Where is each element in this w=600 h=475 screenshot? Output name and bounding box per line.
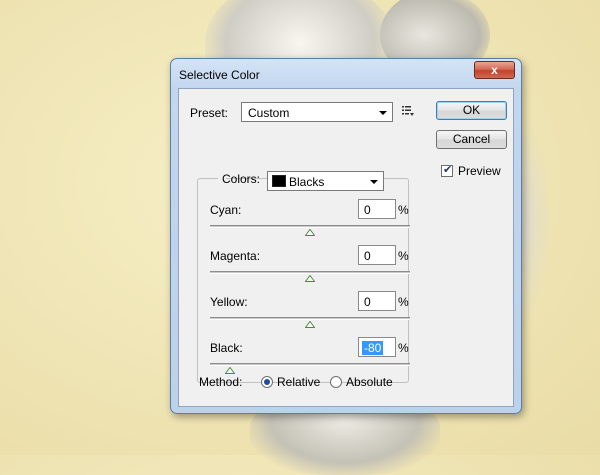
- slider-label: Yellow:: [210, 295, 248, 309]
- slider-value-text: 0: [364, 249, 371, 263]
- slider-thumb-icon[interactable]: [305, 275, 315, 282]
- percent-unit-label: %: [398, 203, 409, 217]
- chevron-down-icon: [370, 180, 378, 184]
- color-swatch: [272, 175, 286, 187]
- radio-absolute[interactable]: [330, 376, 342, 388]
- colors-label: Colors:: [222, 172, 261, 186]
- slider-label: Cyan:: [210, 203, 242, 217]
- slider-track[interactable]: [210, 225, 410, 228]
- preview-label: Preview: [458, 164, 501, 178]
- cancel-button[interactable]: Cancel: [436, 130, 507, 149]
- slider-value-text: 0: [364, 295, 371, 309]
- slider-value-text: -80: [362, 341, 384, 355]
- percent-unit-label: %: [398, 249, 409, 263]
- slider-track[interactable]: [210, 271, 410, 274]
- close-button[interactable]: x: [474, 61, 515, 79]
- slider-thumb-icon[interactable]: [305, 321, 315, 328]
- checkmark-icon: ✔: [443, 164, 453, 176]
- colors-dropdown[interactable]: Blacks: [267, 171, 384, 191]
- ok-button[interactable]: OK: [436, 101, 507, 120]
- preset-options-menu-icon[interactable]: [402, 105, 414, 117]
- title-bar[interactable]: Selective Color x: [171, 59, 521, 89]
- slider-value-input[interactable]: 0: [358, 245, 396, 265]
- dialog-title: Selective Color: [179, 68, 260, 82]
- slider-value-input[interactable]: 0: [358, 199, 396, 219]
- close-icon: x: [491, 63, 498, 77]
- radio-absolute-label: Absolute: [346, 375, 393, 389]
- preset-label: Preset:: [190, 106, 229, 120]
- selective-color-dialog: Selective Color x Preset: Custom OK Canc…: [170, 58, 522, 414]
- slider-value-text: 0: [364, 203, 371, 217]
- slider-thumb-icon[interactable]: [225, 367, 235, 374]
- slider-thumb-icon[interactable]: [305, 229, 315, 236]
- slider-value-input[interactable]: 0: [358, 291, 396, 311]
- slider-label: Black:: [210, 341, 243, 355]
- method-label: Method:: [199, 375, 243, 389]
- chevron-down-icon: [379, 111, 387, 115]
- colors-group: Colors: Blacks Cyan: 0% Magenta: 0% Yellow: 0…: [197, 168, 410, 383]
- colors-legend: Colors:: [218, 168, 260, 188]
- percent-unit-label: %: [398, 295, 409, 309]
- slider-track[interactable]: [210, 317, 410, 320]
- preview-checkbox[interactable]: ✔: [441, 164, 453, 177]
- colors-value: Blacks: [289, 175, 325, 189]
- percent-unit-label: %: [398, 341, 409, 355]
- radio-relative-label: Relative: [277, 375, 321, 389]
- slider-value-input[interactable]: -80: [358, 337, 396, 357]
- dialog-body: Preset: Custom OK Cancel ✔ Preview Color…: [178, 88, 514, 407]
- slider-label: Magenta:: [210, 249, 261, 263]
- radio-selected-dot: [264, 379, 270, 385]
- slider-track[interactable]: [210, 363, 410, 366]
- preset-dropdown[interactable]: Custom: [241, 102, 393, 122]
- radio-relative[interactable]: [261, 376, 273, 388]
- preset-value: Custom: [248, 106, 290, 120]
